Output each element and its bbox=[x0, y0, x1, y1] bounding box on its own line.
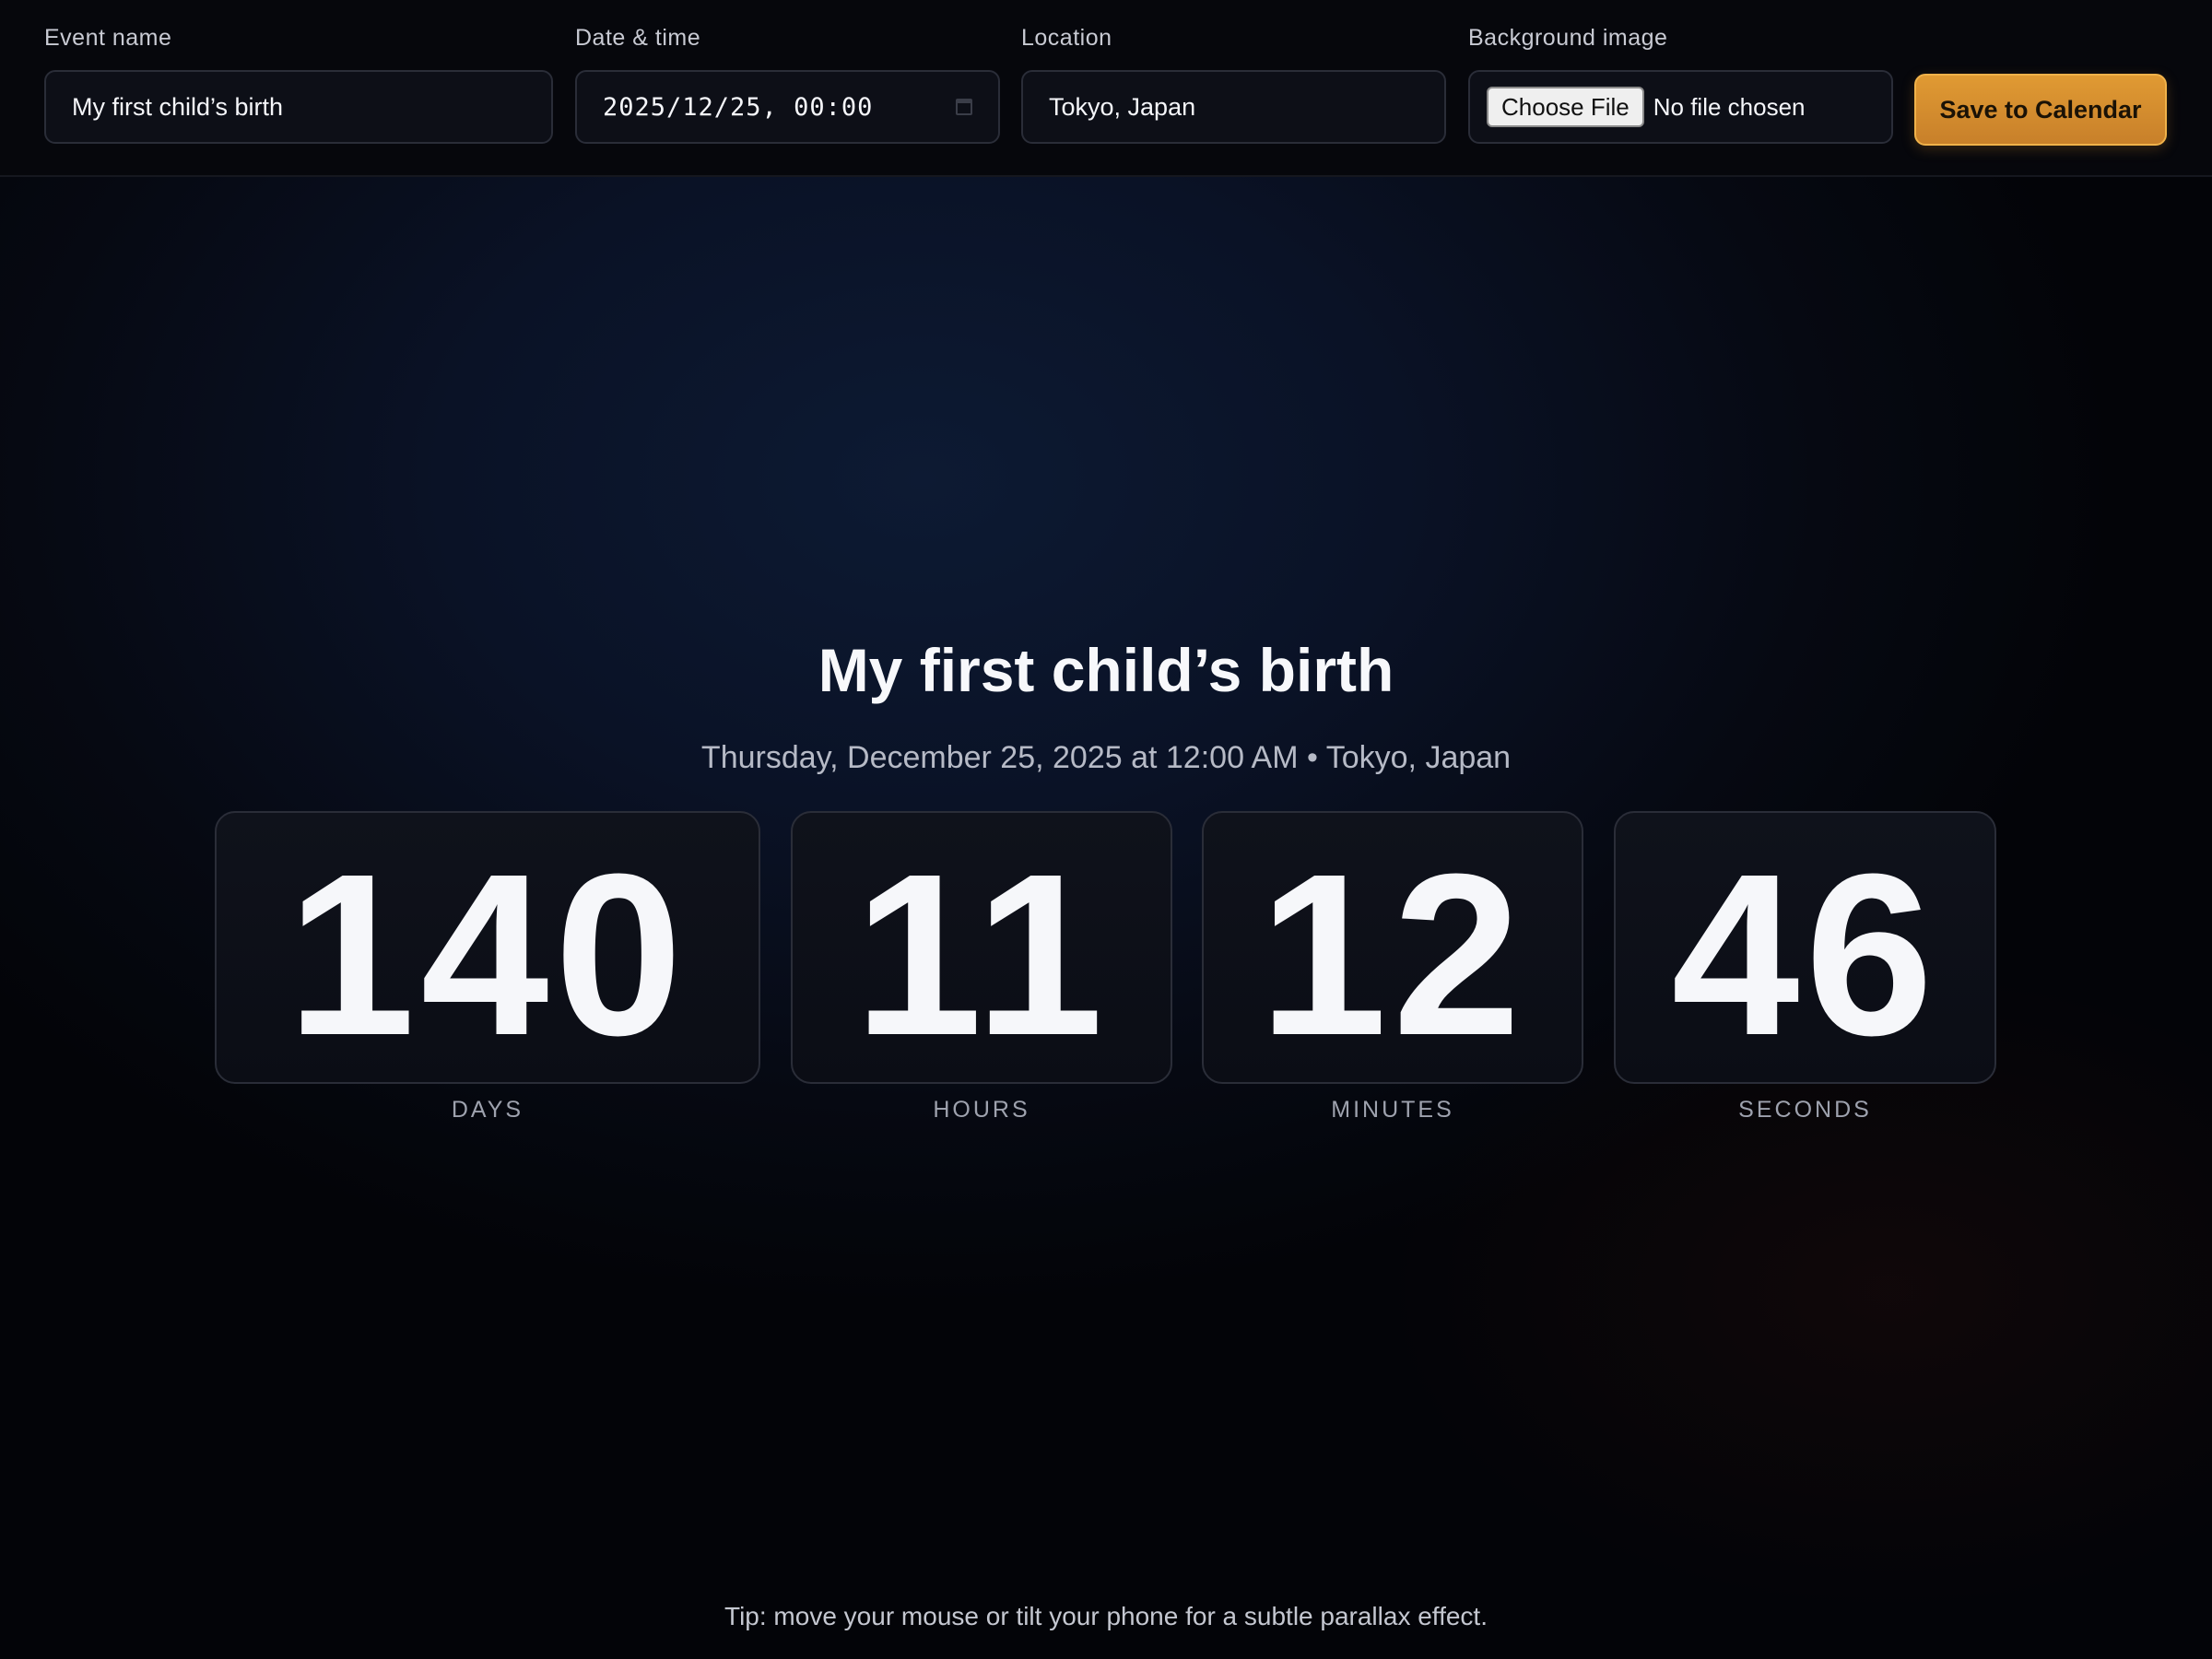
background-image-field: Background image Choose File No file cho… bbox=[1468, 24, 1893, 144]
seconds-label: SECONDS bbox=[1738, 1097, 1872, 1123]
hours-value: 11 bbox=[853, 826, 1110, 1083]
background-image-label: Background image bbox=[1468, 25, 1668, 51]
days-value: 140 bbox=[287, 826, 688, 1083]
date-time-field: Date & time 2025/12/25, 00:00 bbox=[575, 24, 1000, 144]
minutes-value: 12 bbox=[1258, 826, 1527, 1083]
hours-label: HOURS bbox=[933, 1097, 1030, 1123]
seconds-tile: 46 bbox=[1614, 811, 1996, 1084]
event-name-field: Event name My first child’s birth bbox=[44, 24, 553, 144]
seconds-value: 46 bbox=[1671, 826, 1939, 1083]
date-time-label: Date & time bbox=[575, 25, 701, 51]
choose-file-button[interactable]: Choose File bbox=[1487, 87, 1644, 127]
minutes-label: MINUTES bbox=[1331, 1097, 1454, 1123]
location-label: Location bbox=[1021, 25, 1112, 51]
event-name-label: Event name bbox=[44, 25, 172, 51]
parallax-tip: Tip: move your mouse or tilt your phone … bbox=[724, 1602, 1488, 1630]
event-subtitle: Thursday, December 25, 2025 at 12:00 AM … bbox=[700, 740, 1512, 775]
days-label: DAYS bbox=[451, 1097, 524, 1123]
location-input[interactable]: Tokyo, Japan bbox=[1021, 70, 1446, 144]
file-status: No file chosen bbox=[1653, 92, 1806, 121]
event-name-value: My first child’s birth bbox=[72, 92, 284, 121]
days-tile: 140 bbox=[215, 811, 760, 1084]
countdown-page: Event name My first child’s birth Date &… bbox=[0, 0, 2212, 1659]
date-time-value: 2025/12/25, 00:00 bbox=[603, 92, 874, 122]
calendar-icon[interactable] bbox=[956, 99, 972, 115]
date-time-input[interactable]: 2025/12/25, 00:00 bbox=[575, 70, 1000, 144]
location-field: Location Tokyo, Japan bbox=[1021, 24, 1446, 144]
event-title: My first child’s birth bbox=[818, 636, 1394, 704]
minutes-tile: 12 bbox=[1202, 811, 1583, 1084]
hours-tile: 11 bbox=[791, 811, 1172, 1084]
background-image-input: Choose File No file chosen bbox=[1468, 70, 1893, 144]
settings-toolbar: Event name My first child’s birth Date &… bbox=[0, 0, 2212, 177]
event-name-input[interactable]: My first child’s birth bbox=[44, 70, 553, 144]
save-to-calendar-button[interactable]: Save to Calendar bbox=[1914, 74, 2167, 146]
location-value: Tokyo, Japan bbox=[1049, 92, 1196, 121]
